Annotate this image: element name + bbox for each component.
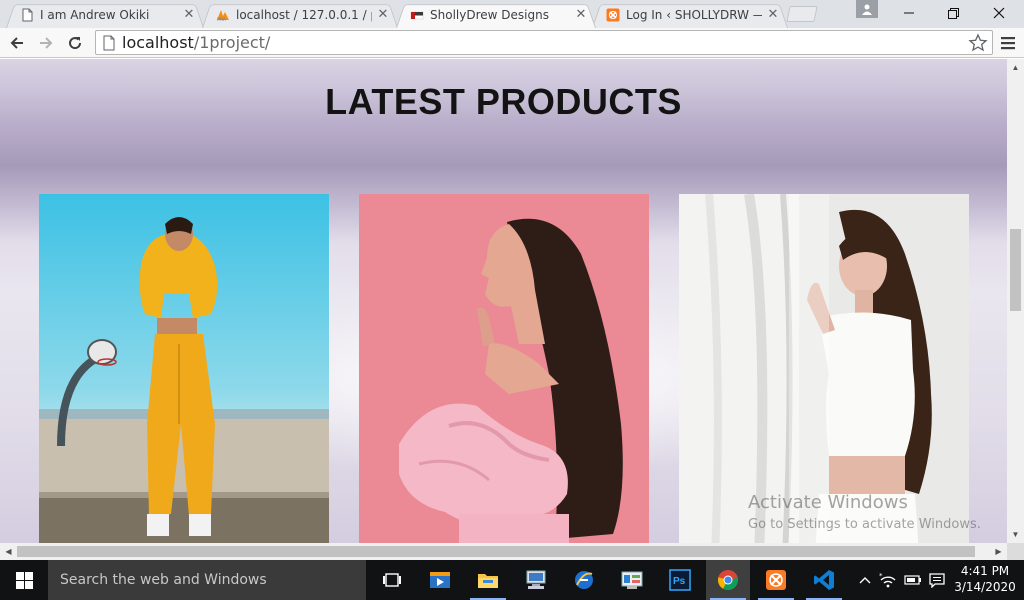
back-button[interactable] [5, 31, 29, 55]
url-text: localhost/1project/ [122, 33, 270, 52]
new-tab-button[interactable] [786, 6, 818, 22]
browser-tab-strip: I am Andrew Okiki ✕ PMA localhost / 127.… [0, 0, 1024, 29]
horizontal-scrollbar[interactable]: ◀ ▶ [0, 543, 1007, 560]
vscode-button[interactable] [802, 560, 846, 600]
tab-title: Log In ‹ SHOLLYDRW — W [626, 8, 762, 22]
close-icon[interactable]: ✕ [766, 8, 780, 22]
restore-button[interactable] [930, 0, 976, 26]
forward-arrow-icon [40, 37, 53, 49]
horizontal-scroll-thumb[interactable] [17, 546, 975, 557]
chrome-icon [718, 570, 738, 590]
wifi-icon: * [879, 572, 896, 588]
task-view-button[interactable] [370, 560, 414, 600]
activate-windows-watermark: Activate Windows Go to Settings to activ… [748, 492, 981, 532]
minimize-icon [904, 12, 914, 14]
browser-toolbar: localhost/1project/ [0, 28, 1024, 58]
url-host: localhost [122, 33, 194, 52]
windows-taskbar: Search the web and Windows Ps * 4:41 PM … [0, 560, 1024, 600]
tab-wordpress-login[interactable]: Log In ‹ SHOLLYDRW — W ✕ [592, 2, 788, 29]
chrome-button[interactable] [706, 560, 750, 600]
chevron-up-icon [859, 577, 871, 584]
watermark-title: Activate Windows [748, 492, 908, 513]
show-hidden-icons-button[interactable] [855, 560, 875, 600]
woman-in-white-top-curtain-photo [679, 194, 969, 543]
scroll-down-arrow-icon[interactable]: ▼ [1007, 526, 1024, 543]
wifi-tray-button[interactable]: * [876, 560, 900, 600]
tab-title: I am Andrew Okiki [40, 8, 150, 22]
xampp-icon [606, 8, 620, 22]
close-icon[interactable]: ✕ [376, 8, 390, 22]
battery-icon [904, 575, 921, 585]
menu-icon[interactable] [998, 32, 1018, 54]
scroll-right-arrow-icon[interactable]: ▶ [990, 543, 1007, 560]
start-button[interactable] [0, 560, 48, 600]
product-card[interactable] [679, 194, 969, 543]
clock-time: 4:41 PM [960, 564, 1010, 578]
product-card[interactable] [39, 194, 329, 543]
vertical-scroll-thumb[interactable] [1010, 229, 1021, 311]
network-button[interactable] [514, 560, 558, 600]
search-placeholder: Search the web and Windows [60, 572, 267, 588]
xampp-button[interactable] [754, 560, 798, 600]
taskbar-search-box[interactable]: Search the web and Windows [48, 560, 366, 600]
close-icon[interactable]: ✕ [574, 8, 588, 22]
file-explorer-button[interactable] [466, 560, 510, 600]
media-player-icon [430, 572, 450, 588]
control-panel-icon [621, 571, 643, 589]
url-path: /1project/ [193, 33, 271, 52]
bookmark-star-icon[interactable] [968, 33, 988, 53]
close-icon [993, 7, 1005, 19]
svg-text:Ps: Ps [673, 576, 686, 587]
woman-in-pink-dress-profile-photo [359, 194, 649, 543]
ie-icon [575, 571, 593, 589]
tab-andrew-okiki[interactable]: I am Andrew Okiki ✕ [6, 2, 204, 29]
close-window-button[interactable] [976, 0, 1022, 26]
page-icon [22, 8, 33, 22]
reload-icon [69, 37, 82, 50]
scrollbar-corner [1007, 543, 1024, 560]
close-icon[interactable]: ✕ [182, 8, 196, 22]
tab-phpmyadmin[interactable]: PMA localhost / 127.0.0.1 / proj ✕ [202, 2, 398, 29]
notifications-button[interactable] [926, 560, 948, 600]
minimize-button[interactable] [886, 0, 932, 26]
vscode-icon [814, 570, 834, 590]
vertical-scrollbar[interactable]: ▲ ▼ [1007, 59, 1024, 543]
taskbar-clock[interactable]: 4:41 PM 3/14/2020 [950, 563, 1020, 595]
file-explorer-icon [478, 574, 498, 588]
action-center-icon [929, 573, 945, 588]
tab-title: ShollyDrew Designs [430, 8, 549, 22]
flag-icon [410, 11, 424, 20]
section-title: LATEST PRODUCTS [325, 81, 682, 122]
scroll-left-arrow-icon[interactable]: ◀ [0, 543, 17, 560]
phpmyadmin-icon: PMA [217, 10, 229, 22]
person-icon [862, 4, 872, 15]
photoshop-button[interactable]: Ps [658, 560, 702, 600]
address-bar[interactable]: localhost/1project/ [95, 30, 993, 55]
battery-tray-button[interactable] [902, 560, 924, 600]
xampp-icon [766, 570, 786, 590]
tab-title: localhost / 127.0.0.1 / proj [236, 8, 372, 22]
woman-in-yellow-tracksuit-photo [39, 194, 329, 543]
task-view-icon [383, 573, 401, 587]
photoshop-icon: Ps [669, 569, 691, 591]
clock-date: 3/14/2020 [954, 580, 1016, 594]
svg-text:*: * [879, 572, 883, 580]
tab-shollydrew-designs[interactable]: ShollyDrew Designs ✕ [396, 2, 596, 29]
reload-button[interactable] [63, 31, 87, 55]
ie-button[interactable] [562, 560, 606, 600]
forward-button[interactable] [34, 31, 58, 55]
svg-text:PMA: PMA [217, 17, 226, 22]
user-profile-icon[interactable] [856, 0, 878, 18]
back-arrow-icon [10, 37, 23, 49]
page-viewport: LATEST PRODUCTS Activate Windows Go to S… [0, 59, 1007, 543]
product-card[interactable] [359, 194, 649, 543]
restore-icon [947, 7, 959, 19]
windows-logo-icon [15, 571, 33, 589]
page-icon [103, 35, 115, 50]
media-player-button[interactable] [418, 560, 462, 600]
watermark-subtitle: Go to Settings to activate Windows. [748, 517, 981, 532]
network-icon [526, 570, 546, 589]
control-panel-button[interactable] [610, 560, 654, 600]
scroll-up-arrow-icon[interactable]: ▲ [1007, 59, 1024, 76]
